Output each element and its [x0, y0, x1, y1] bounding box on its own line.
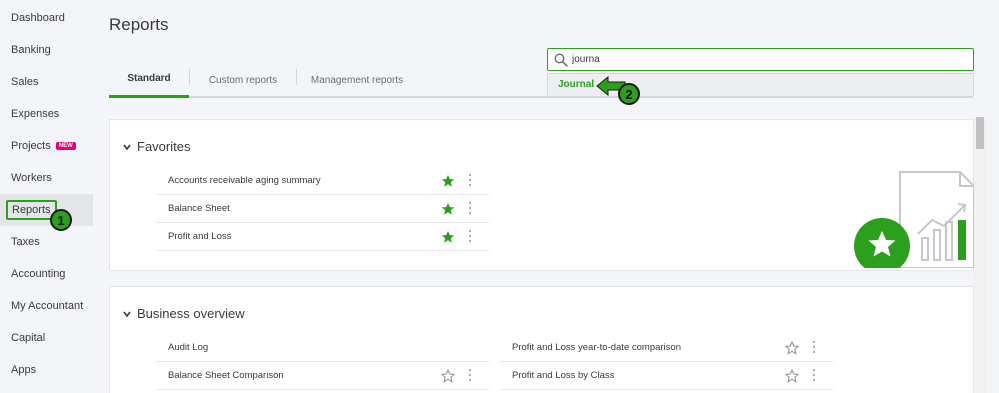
sidebar-item-expenses[interactable]: Expenses — [0, 98, 93, 130]
report-link[interactable]: Accounts receivable aging summary — [168, 175, 321, 186]
sidebar-item-projects[interactable]: Projects NEW — [0, 130, 93, 162]
sidebar-item-label: Capital — [11, 332, 46, 344]
search-icon — [554, 53, 568, 67]
sidebar-item-label: My Accountant — [11, 300, 84, 312]
sidebar-item-label: Apps — [11, 364, 37, 376]
sidebar-item-label: Accounting — [11, 268, 66, 280]
report-link[interactable]: Profit and Loss year-to-date comparison — [512, 342, 681, 353]
star-outline-icon[interactable] — [441, 369, 455, 383]
report-row-balance-sheet: Balance Sheet — [157, 195, 489, 223]
sidebar: Dashboard Banking Sales Expenses Project… — [0, 0, 93, 393]
sidebar-item-label: Banking — [11, 44, 51, 56]
star-outline-icon[interactable] — [785, 369, 799, 383]
sidebar-item-label: Dashboard — [11, 12, 65, 24]
report-row-balance-sheet-comparison: Balance Sheet Comparison — [157, 362, 489, 390]
report-row-audit-log: Audit Log — [157, 334, 489, 362]
scrollbar-thumb[interactable] — [976, 117, 984, 149]
more-options-icon[interactable] — [468, 174, 472, 188]
new-badge: NEW — [55, 142, 76, 150]
sidebar-item-taxes[interactable]: Taxes — [0, 226, 93, 258]
step-callout-1: 1 — [50, 209, 72, 231]
more-options-icon[interactable] — [468, 369, 472, 383]
sidebar-item-banking[interactable]: Banking — [0, 34, 93, 66]
report-link[interactable]: Profit and Loss by Class — [512, 370, 614, 381]
report-link[interactable]: Balance Sheet — [168, 203, 230, 214]
business-overview-card: Business overview Audit Log Balance Shee… — [109, 286, 974, 393]
report-search-box[interactable] — [547, 48, 974, 71]
sidebar-item-sales[interactable]: Sales — [0, 66, 93, 98]
sidebar-item-label: Projects — [11, 140, 51, 152]
report-row-pl-ytd-comparison: Profit and Loss year-to-date comparison — [501, 334, 833, 362]
report-row-ar-aging: Accounts receivable aging summary — [157, 167, 489, 195]
more-options-icon[interactable] — [812, 341, 816, 355]
sidebar-item-dashboard[interactable]: Dashboard — [0, 2, 93, 34]
report-row-pl-by-class: Profit and Loss by Class — [501, 362, 833, 390]
sidebar-item-label: Workers — [11, 172, 52, 184]
report-link[interactable]: Profit and Loss — [168, 231, 231, 242]
page-title: Reports — [109, 15, 169, 34]
favorites-section-header[interactable]: Favorites — [123, 139, 190, 154]
sidebar-item-accounting[interactable]: Accounting — [0, 258, 93, 290]
star-outline-icon[interactable] — [785, 341, 799, 355]
sidebar-item-apps[interactable]: Apps — [0, 354, 93, 386]
step-callout-2: 2 — [618, 83, 640, 105]
sidebar-item-label: Taxes — [11, 236, 40, 248]
tab-standard[interactable]: Standard — [109, 62, 189, 98]
favorites-illustration — [854, 171, 974, 268]
tab-management-reports[interactable]: Management reports — [297, 62, 417, 98]
sidebar-item-label: Sales — [11, 76, 39, 88]
more-options-icon[interactable] — [468, 202, 472, 216]
tab-custom-reports[interactable]: Custom reports — [190, 62, 296, 98]
report-row-profit-loss: Profit and Loss — [157, 223, 489, 251]
star-filled-icon[interactable] — [441, 202, 455, 216]
star-filled-icon[interactable] — [441, 174, 455, 188]
suggestion-journal[interactable]: Journal — [558, 79, 594, 90]
search-input[interactable] — [572, 54, 973, 65]
report-link[interactable]: Audit Log — [168, 342, 208, 353]
chevron-down-icon — [123, 311, 131, 317]
scrollbar-track[interactable] — [974, 117, 986, 393]
section-title: Favorites — [137, 139, 191, 154]
sidebar-item-my-accountant[interactable]: My Accountant — [0, 290, 93, 322]
sidebar-item-capital[interactable]: Capital — [0, 322, 93, 354]
more-options-icon[interactable] — [468, 230, 472, 244]
more-options-icon[interactable] — [812, 369, 816, 383]
sidebar-item-label: Reports — [6, 200, 57, 220]
report-link[interactable]: Balance Sheet Comparison — [168, 370, 284, 381]
business-overview-section-header[interactable]: Business overview — [123, 306, 245, 321]
sidebar-item-reports[interactable]: Reports — [0, 194, 93, 226]
section-title: Business overview — [137, 306, 245, 321]
favorites-card: Favorites Accounts receivable aging summ… — [109, 119, 974, 271]
star-filled-icon[interactable] — [441, 230, 455, 244]
sidebar-item-label: Expenses — [11, 108, 60, 120]
sidebar-item-workers[interactable]: Workers — [0, 162, 93, 194]
chevron-down-icon — [123, 144, 131, 150]
